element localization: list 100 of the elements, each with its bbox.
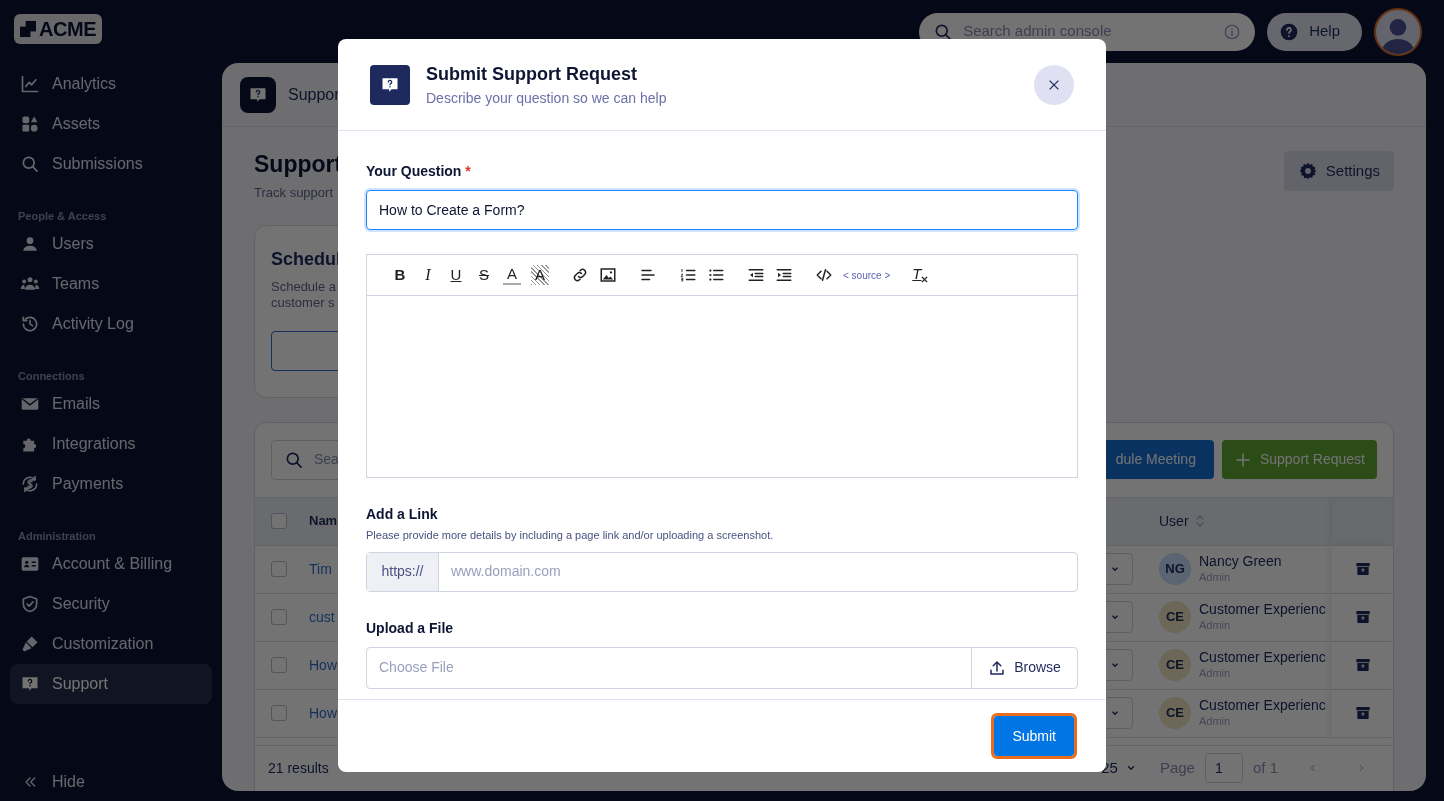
close-button[interactable]	[1034, 64, 1074, 105]
section-heading: Administration	[17, 529, 97, 544]
checkbox[interactable]	[271, 561, 287, 577]
hide-sidebar-button[interactable]: Hide	[10, 767, 212, 797]
upload-icon	[988, 658, 1007, 677]
help-button[interactable]: Help	[1267, 12, 1362, 51]
user-initials-avatar: CE	[1159, 649, 1191, 681]
section-heading: People & Access	[17, 209, 108, 224]
card-text: Schedule a	[271, 278, 338, 295]
row-link[interactable]: How	[309, 654, 337, 676]
link-placeholder: www.domain.com	[450, 562, 561, 581]
sidebar-item[interactable]: Security	[10, 584, 212, 624]
brush-icon	[20, 634, 40, 654]
shield-check-icon	[20, 594, 40, 614]
bullet-list-icon[interactable]	[707, 266, 725, 284]
checkbox[interactable]	[271, 609, 287, 625]
image-icon[interactable]	[599, 266, 617, 284]
field-label: Your Question *	[366, 162, 472, 181]
sidebar-item[interactable]: Assets	[10, 104, 212, 144]
clear-format-button[interactable]: T	[912, 265, 931, 285]
archive-box-icon[interactable]	[1354, 609, 1371, 625]
card-text: customer s	[271, 294, 336, 311]
acme-logo[interactable]: ACME	[14, 14, 102, 44]
archive-box-icon[interactable]	[1354, 657, 1371, 673]
archive-box-icon[interactable]	[1354, 561, 1371, 577]
sidebar-item[interactable]: Teams	[10, 264, 212, 304]
user-name: Customer Experienc	[1199, 601, 1326, 617]
user-icon	[20, 234, 40, 254]
rich-text-editor[interactable]: B I U S A A < source > T	[366, 254, 1078, 478]
chevron-down-icon	[1125, 763, 1136, 773]
italic-button[interactable]: I	[419, 265, 437, 285]
url-prefix: https://	[367, 552, 439, 591]
checkbox[interactable]	[271, 657, 287, 673]
clock-icon	[20, 314, 40, 334]
sort-icon	[1194, 514, 1205, 528]
info-icon	[1223, 22, 1242, 41]
archive-box-icon[interactable]	[1354, 705, 1371, 721]
results-count: 21 results	[268, 758, 329, 778]
field-label: Add a Link	[366, 505, 439, 524]
gear-icon	[1297, 161, 1318, 181]
shapes-icon	[20, 114, 40, 134]
bold-button[interactable]: B	[391, 265, 409, 285]
field-hint: Please provide more details by including a page link and/or uploading a screenshot.	[366, 528, 775, 543]
row-link[interactable]: cust	[309, 606, 335, 628]
line-chart-icon	[20, 74, 40, 94]
row-link[interactable]: Tim	[309, 558, 332, 580]
outdent-icon[interactable]	[747, 266, 765, 284]
file-field[interactable]: Choose File Browse	[366, 646, 1078, 689]
page-title: Support	[254, 150, 343, 179]
dialog-title: Submit Support Request	[426, 62, 638, 86]
numbered-list-icon[interactable]	[679, 266, 697, 284]
support-request-button[interactable]: Support Request	[1221, 440, 1377, 479]
sidebar-item[interactable]: Payments	[10, 464, 212, 504]
source-button[interactable]: < source >	[843, 267, 891, 283]
user-name: Customer Experienc	[1199, 697, 1326, 713]
sidebar-item[interactable]: Support	[10, 664, 212, 704]
settings-button[interactable]: Settings	[1283, 151, 1394, 191]
dollar-cycle-icon	[20, 474, 40, 494]
plus-icon	[1233, 450, 1252, 469]
sidebar-item[interactable]: Account & Billing	[10, 544, 212, 584]
user-initials-avatar: NG	[1159, 553, 1191, 585]
avatar[interactable]	[1374, 7, 1422, 56]
sidebar-item[interactable]: Submissions	[10, 144, 212, 184]
link-field[interactable]: https:// www.domain.com	[366, 551, 1078, 592]
section-heading: Connections	[17, 369, 86, 384]
row-link[interactable]: How	[309, 702, 337, 724]
question-circle-icon	[1279, 21, 1300, 42]
logo-mark-icon	[20, 20, 37, 38]
column-header[interactable]: User	[1159, 510, 1189, 532]
id-card-icon	[20, 554, 40, 574]
sidebar-item[interactable]: Customization	[10, 624, 212, 664]
underline-button[interactable]: U	[447, 265, 465, 285]
code-icon[interactable]	[815, 266, 833, 284]
submit-button[interactable]: Submit	[994, 716, 1074, 756]
sidebar-item[interactable]: Emails	[10, 384, 212, 424]
page-subtitle: Track support	[254, 184, 334, 202]
checkbox[interactable]	[271, 513, 287, 529]
dialog-subtitle: Describe your question so we can help	[426, 88, 668, 108]
question-field[interactable]: How to Create a Form?	[366, 190, 1078, 230]
sidebar-item[interactable]: Integrations	[10, 424, 212, 464]
sidebar-item[interactable]: Users	[10, 224, 212, 264]
sidebar-item[interactable]: Activity Log	[10, 304, 212, 344]
link-icon[interactable]	[571, 266, 589, 284]
field-label: Upload a File	[366, 618, 455, 638]
user-initials-avatar: CE	[1159, 601, 1191, 633]
file-placeholder: Choose File	[378, 658, 455, 677]
indent-icon[interactable]	[775, 266, 793, 284]
logo-text: ACME	[39, 17, 96, 42]
sidebar-item[interactable]: Analytics	[10, 64, 212, 104]
user-name: Nancy Green	[1199, 553, 1282, 569]
browse-button[interactable]: Browse	[971, 647, 1077, 688]
user-name: Customer Experienc	[1199, 649, 1326, 665]
x-mark-icon	[921, 276, 929, 283]
text-color-button[interactable]: A	[503, 265, 521, 285]
column-header[interactable]: Nam	[309, 511, 338, 531]
highlight-button[interactable]: A	[531, 265, 549, 285]
checkbox[interactable]	[271, 705, 287, 721]
page-input[interactable]: 1	[1204, 753, 1243, 783]
strikethrough-button[interactable]: S	[475, 265, 493, 285]
header-title: Suppor	[288, 84, 340, 105]
